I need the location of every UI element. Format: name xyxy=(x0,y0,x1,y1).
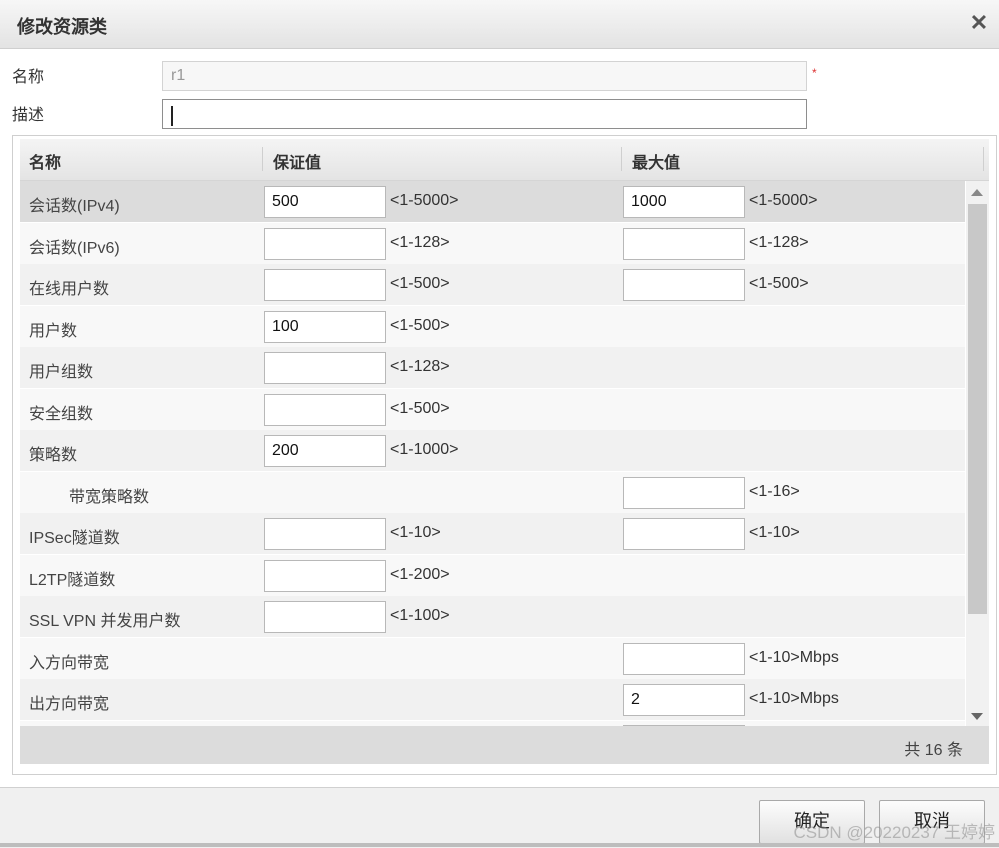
table-row[interactable]: 安全组数 <1-500> xyxy=(20,389,965,431)
total-count: 共 16 条 xyxy=(904,742,963,759)
row-name: 出方向带宽 xyxy=(29,696,110,713)
row-name: 策略数 xyxy=(29,447,78,464)
guarantee-range: <1-128> xyxy=(390,358,450,375)
guarantee-input[interactable] xyxy=(264,560,386,592)
resource-panel: 名称 保证值 最大值 会话数(IPv4) <1-5000> <1-5000> xyxy=(12,135,997,775)
table-row[interactable]: 会话数(IPv6) <1-128> <1-128> xyxy=(20,223,965,265)
column-header-guarantee[interactable]: 保证值 xyxy=(273,149,321,173)
table-row[interactable]: 带宽策略数 <1-16> xyxy=(20,472,965,514)
column-separator xyxy=(262,147,263,171)
row-name: 会话数(IPv4) xyxy=(29,198,120,215)
row-name: 安全组数 xyxy=(29,406,94,423)
text-caret xyxy=(171,106,173,126)
description-field[interactable] xyxy=(162,99,807,129)
max-range: <1-5000> xyxy=(749,192,818,209)
max-input[interactable] xyxy=(623,477,745,509)
table-row[interactable]: 用户数 <1-500> xyxy=(20,306,965,348)
guarantee-range: <1-10> xyxy=(390,524,441,541)
row-name: SSL VPN 并发用户数 xyxy=(29,613,181,630)
dialog-titlebar: 修改资源类 ✕ xyxy=(0,0,999,49)
table-row[interactable]: L2TP隧道数 <1-200> xyxy=(20,555,965,597)
max-range: <1-10> xyxy=(749,524,800,541)
guarantee-input[interactable] xyxy=(264,394,386,426)
guarantee-input[interactable] xyxy=(264,269,386,301)
max-range: <1-128> xyxy=(749,234,809,251)
guarantee-input[interactable] xyxy=(264,435,386,467)
guarantee-range: <1-500> xyxy=(390,275,450,292)
bottom-border xyxy=(0,843,999,847)
row-name: 带宽策略数 xyxy=(69,489,150,506)
scroll-down-icon[interactable] xyxy=(971,713,983,720)
row-name: IPSec隧道数 xyxy=(29,530,120,547)
name-field[interactable] xyxy=(162,61,807,91)
row-name: 会话数(IPv6) xyxy=(29,240,120,257)
guarantee-input[interactable] xyxy=(264,186,386,218)
table-row[interactable]: 在线用户数 <1-500> <1-500> xyxy=(20,264,965,306)
required-mark: * xyxy=(812,66,817,80)
table-row[interactable]: 入方向带宽 <1-10>Mbps xyxy=(20,638,965,680)
table-row[interactable]: IPSec隧道数 <1-10> <1-10> xyxy=(20,513,965,555)
close-icon[interactable]: ✕ xyxy=(967,11,991,35)
guarantee-input[interactable] xyxy=(264,228,386,260)
dialog-footer: 确定 取消 CSDN @20220237 王婷婷 xyxy=(0,787,999,848)
guarantee-range: <1-5000> xyxy=(390,192,459,209)
max-input[interactable] xyxy=(623,684,745,716)
table-row[interactable]: SSL VPN 并发用户数 <1-100> xyxy=(20,596,965,638)
row-name: 用户数 xyxy=(29,323,78,340)
grid-header: 名称 保证值 最大值 xyxy=(20,139,989,181)
grid-footer: 共 16 条 xyxy=(20,726,989,764)
max-input[interactable] xyxy=(623,643,745,675)
max-input[interactable] xyxy=(623,518,745,550)
guarantee-range: <1-128> xyxy=(390,234,450,251)
guarantee-range: <1-200> xyxy=(390,566,450,583)
column-separator xyxy=(621,147,622,171)
resource-grid: 名称 保证值 最大值 会话数(IPv4) <1-5000> <1-5000> xyxy=(20,139,989,767)
grid-rows: 会话数(IPv4) <1-5000> <1-5000> 会话数(IPv6) <1… xyxy=(20,181,965,726)
row-name: 在线用户数 xyxy=(29,281,110,298)
guarantee-range: <1-500> xyxy=(390,317,450,334)
table-row[interactable]: 策略数 <1-1000> xyxy=(20,430,965,472)
scrollbar-thumb[interactable] xyxy=(968,204,987,614)
max-input[interactable] xyxy=(623,228,745,260)
guarantee-range: <1-100> xyxy=(390,607,450,624)
guarantee-input[interactable] xyxy=(264,352,386,384)
max-range: <1-16> xyxy=(749,483,800,500)
modify-resource-class-dialog: 修改资源类 ✕ 名称 * 描述 名称 保证值 最大值 xyxy=(0,0,999,848)
table-row[interactable]: 出方向带宽 <1-10>Mbps xyxy=(20,679,965,721)
column-header-max[interactable]: 最大值 xyxy=(632,149,680,173)
max-input[interactable] xyxy=(623,186,745,218)
name-label: 名称 xyxy=(12,67,45,86)
guarantee-range: <1-1000> xyxy=(390,441,459,458)
row-name: 用户组数 xyxy=(29,364,94,381)
column-header-name[interactable]: 名称 xyxy=(29,149,61,173)
guarantee-input[interactable] xyxy=(264,518,386,550)
row-name: 入方向带宽 xyxy=(29,655,110,672)
row-name: L2TP隧道数 xyxy=(29,572,116,589)
description-label: 描述 xyxy=(12,105,45,124)
scroll-up-icon[interactable] xyxy=(971,189,983,196)
guarantee-input[interactable] xyxy=(264,311,386,343)
dialog-body: 名称 * 描述 名称 保证值 最大值 会话数(IPv4) xyxy=(0,49,999,786)
max-range: <1-10>Mbps xyxy=(749,690,839,707)
guarantee-input[interactable] xyxy=(264,601,386,633)
max-range: <1-10>Mbps xyxy=(749,649,839,666)
max-input[interactable] xyxy=(623,269,745,301)
dialog-title: 修改资源类 xyxy=(17,17,107,38)
watermark: CSDN @20220237 王婷婷 xyxy=(793,823,995,842)
vertical-scrollbar[interactable] xyxy=(966,181,989,726)
table-row[interactable]: 会话数(IPv4) <1-5000> <1-5000> xyxy=(20,181,965,223)
table-row[interactable]: 用户组数 <1-128> xyxy=(20,347,965,389)
max-range: <1-500> xyxy=(749,275,809,292)
guarantee-range: <1-500> xyxy=(390,400,450,417)
column-separator xyxy=(983,147,984,171)
